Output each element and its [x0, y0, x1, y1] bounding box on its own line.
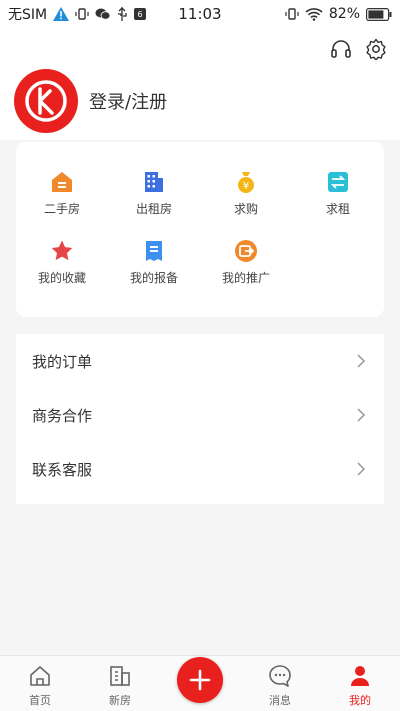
carrier-label: 无SIM	[8, 7, 48, 23]
vibrate-mode-icon	[285, 7, 299, 21]
quick-actions-card: 二手房 出租房 ¥ 求购 求租 我的收藏 我的报备 我的推广	[16, 142, 384, 317]
tab-new-house[interactable]: 新房	[80, 656, 160, 711]
battery-percent: 82%	[328, 6, 360, 22]
tab-label: 消息	[269, 694, 291, 707]
star-icon	[50, 239, 74, 263]
menu-item-contact-service[interactable]: 联系客服	[16, 442, 384, 496]
grid-label: 我的收藏	[37, 271, 86, 285]
grid-item-rental-house[interactable]: 出租房	[108, 170, 200, 230]
menu-item-business-cooperation[interactable]: 商务合作	[16, 388, 384, 442]
app-notification-icon: 6	[133, 7, 147, 21]
menu-item-label: 商务合作	[32, 406, 93, 425]
battery-icon	[366, 7, 392, 21]
grid-label: 求购	[233, 202, 258, 216]
headset-icon[interactable]	[330, 38, 352, 60]
grid-label: 出租房	[135, 202, 172, 216]
usb-icon	[117, 7, 127, 21]
warning-icon	[53, 7, 70, 21]
grid-item-my-promotion[interactable]: 我的推广	[200, 239, 292, 299]
menu-item-label: 我的订单	[32, 352, 93, 371]
menu-item-my-orders[interactable]: 我的订单	[16, 334, 384, 388]
grid-label: 我的推广	[221, 271, 270, 285]
grid-item-want-to-buy[interactable]: ¥ 求购	[200, 170, 292, 230]
avatar[interactable]	[14, 69, 78, 133]
wechat-icon	[95, 7, 111, 21]
plus-icon	[189, 669, 211, 691]
svg-text:¥: ¥	[243, 181, 249, 192]
home-icon	[28, 664, 52, 688]
grid-item-second-hand-house[interactable]: 二手房	[16, 170, 108, 230]
grid-item-my-favorites[interactable]: 我的收藏	[16, 239, 108, 299]
menu-item-label: 联系客服	[32, 460, 93, 479]
wifi-icon	[305, 7, 323, 21]
house-icon	[50, 170, 74, 194]
menu-list: 我的订单 商务合作 联系客服	[16, 334, 384, 504]
money-bag-icon: ¥	[234, 170, 258, 194]
grid-label: 二手房	[43, 202, 80, 216]
chat-icon	[268, 664, 292, 688]
grid-item-want-to-rent[interactable]: 求租	[292, 170, 384, 230]
chevron-right-icon	[354, 462, 368, 476]
swap-icon	[326, 170, 350, 194]
chevron-right-icon	[354, 408, 368, 422]
tab-messages[interactable]: 消息	[240, 656, 320, 711]
chevron-right-icon	[354, 354, 368, 368]
add-post-button[interactable]	[177, 657, 223, 703]
person-icon	[348, 664, 372, 688]
grid-label: 求租	[325, 202, 350, 216]
tab-label: 我的	[349, 694, 371, 707]
login-register-link[interactable]: 登录/注册	[89, 88, 167, 114]
profile-header: 登录/注册	[0, 28, 400, 140]
document-icon	[142, 239, 166, 263]
gear-icon[interactable]	[365, 38, 387, 60]
tab-home[interactable]: 首页	[0, 656, 80, 711]
building-outline-icon	[108, 664, 132, 688]
building-icon	[142, 170, 166, 194]
share-icon	[234, 239, 258, 263]
brand-logo-icon	[25, 80, 67, 122]
tab-label: 新房	[109, 694, 131, 707]
grid-item-my-reports[interactable]: 我的报备	[108, 239, 200, 299]
status-bar: 无SIM 6 11:03 82%	[0, 0, 400, 28]
tab-label: 首页	[29, 694, 51, 707]
vibrate-icon	[75, 7, 89, 21]
grid-label: 我的报备	[129, 271, 178, 285]
tab-mine[interactable]: 我的	[320, 656, 400, 711]
svg-text:6: 6	[138, 10, 143, 19]
